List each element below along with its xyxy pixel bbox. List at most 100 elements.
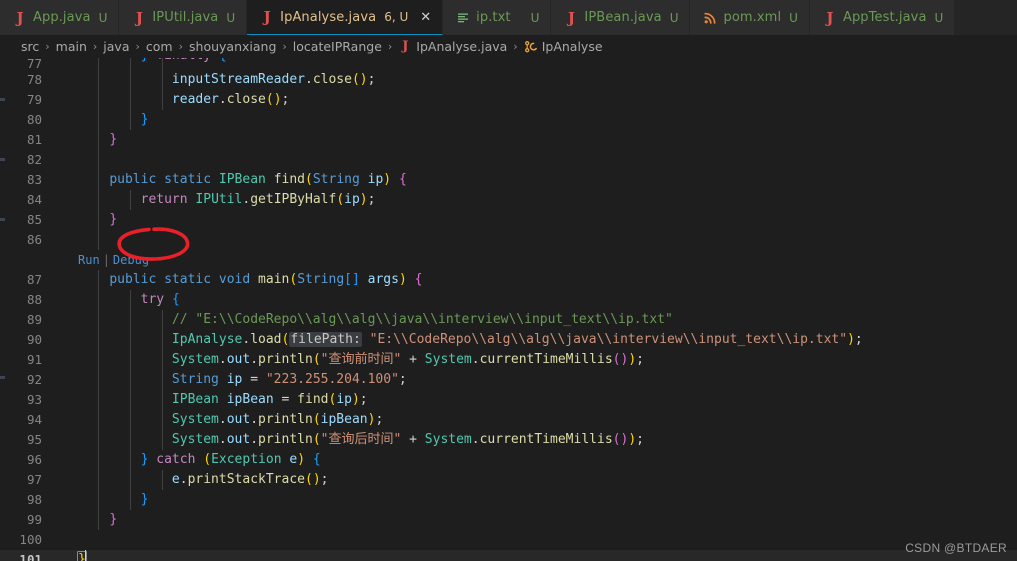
gutter-decoration-slot	[56, 330, 74, 350]
code-text: } catch (Exception e) {	[74, 450, 1017, 470]
code-text: // "E:\\CodeRepo\\alg\\alg\\java\\interv…	[74, 310, 1017, 330]
codelens-debug-link[interactable]: Debug	[113, 253, 149, 267]
breadcrumb-separator: ›	[92, 40, 98, 53]
inlay-hint-filepath[interactable]: filePath:	[289, 332, 362, 347]
breadcrumb-item-ipanalyse-java[interactable]: J IpAnalyse.java	[398, 39, 507, 55]
code-text: try {	[74, 290, 1017, 310]
code-text	[74, 150, 1017, 170]
editor-tab-badge: 6, U	[384, 10, 409, 24]
editor-tab-label: IPUtil.java	[152, 10, 219, 25]
code-line-87[interactable]: 87 public static void main(String[] args…	[0, 270, 1017, 290]
code-text: e.printStackTrace();	[74, 470, 1017, 490]
breadcrumb-item-ipanalyse-class[interactable]: IpAnalyse	[524, 39, 603, 54]
code-line-91[interactable]: 91 System.out.println("查询前时间" + System.c…	[0, 350, 1017, 370]
code-line-97[interactable]: 97 e.printStackTrace();	[0, 470, 1017, 490]
line-number: 96	[26, 452, 42, 467]
close-icon[interactable]: ✕	[420, 11, 431, 24]
codelens-run-link[interactable]: Run	[78, 253, 100, 267]
editor-tab-iputil-java[interactable]: J IPUtil.java U	[119, 0, 248, 35]
gutter-decoration-slot	[56, 510, 74, 530]
xml-file-icon	[703, 10, 717, 26]
line-number: 78	[26, 72, 42, 87]
editor-tab-badge: U	[934, 10, 944, 25]
code-line-101[interactable]: 101 }	[0, 550, 1017, 561]
class-icon	[524, 40, 538, 54]
editor-tab-badge: U	[789, 10, 798, 25]
breadcrumb-item-com[interactable]: com	[146, 39, 173, 54]
breadcrumb-item-main[interactable]: main	[56, 39, 87, 54]
editor-tab-label: IpAnalyse.java	[280, 9, 377, 25]
editor-tab-label: App.java	[33, 10, 91, 25]
line-number: 81	[26, 132, 42, 147]
editor-tab-ipbean-java[interactable]: J IPBean.java U	[551, 0, 691, 35]
codelens-gutter-spacer	[0, 250, 56, 270]
line-number: 80	[26, 112, 42, 127]
editor-tab-app-java[interactable]: J App.java U	[0, 0, 120, 35]
line-number: 100	[19, 532, 42, 547]
gutter-decoration-slot	[56, 90, 74, 110]
gutter-decoration-slot	[56, 130, 74, 150]
gutter-decoration-slot	[56, 530, 162, 561]
code-comment: // "E:\\CodeRepo\\alg\\alg\\java\\interv…	[171, 312, 673, 327]
breadcrumb-item-shouyanxiang[interactable]: shouyanxiang	[189, 39, 276, 54]
code-line-86[interactable]: 86	[0, 230, 1017, 250]
breadcrumb-item-java[interactable]: java	[103, 39, 129, 54]
gutter-decoration-slot	[56, 490, 74, 510]
code-text: }	[74, 510, 1017, 530]
breadcrumb-item-label: IpAnalyse.java	[416, 39, 508, 54]
line-number: 79	[26, 92, 42, 107]
string-literal: "查询前时间"	[320, 352, 402, 367]
code-line-83[interactable]: 83 public static IPBean find(String ip) …	[0, 170, 1017, 190]
code-text: System.out.println(ipBean);	[74, 410, 1017, 430]
code-line-93[interactable]: 93 IPBean ipBean = find(ip);	[0, 390, 1017, 410]
code-editor[interactable]: 77 } finally { 78 inputStreamReader.clos…	[0, 58, 1017, 561]
code-line-89[interactable]: 89 // "E:\\CodeRepo\\alg\\alg\\java\\int…	[0, 310, 1017, 330]
code-line-99[interactable]: 99 }	[0, 510, 1017, 530]
code-line-98[interactable]: 98 }	[0, 490, 1017, 510]
line-number: 90	[26, 332, 42, 347]
string-literal: "223.255.204.100"	[265, 372, 399, 387]
gutter-decoration-slot	[56, 190, 74, 210]
code-line-92[interactable]: 92 String ip = "223.255.204.100";	[0, 370, 1017, 390]
code-line-90[interactable]: 90 IpAnalyse.load(filePath: "E:\\CodeRep…	[0, 330, 1017, 350]
editor-tab-ipanalyse-java[interactable]: J IpAnalyse.java 6, U ✕	[247, 0, 444, 35]
vscode-editor-window: J App.java U J IPUtil.java U J IpAnalyse…	[0, 0, 1017, 561]
editor-tab-pom-xml[interactable]: pom.xml U	[690, 0, 810, 35]
code-text: } finally {	[74, 58, 1017, 70]
code-line-84[interactable]: 84 return IPUtil.getIPByHalf(ip);	[0, 190, 1017, 210]
gutter-decoration-slot	[56, 410, 74, 430]
code-line-82[interactable]: 82	[0, 150, 1017, 170]
line-number: 98	[26, 492, 42, 507]
code-line-81[interactable]: 81 }	[0, 130, 1017, 150]
code-line-96[interactable]: 96 } catch (Exception e) {	[0, 450, 1017, 470]
breadcrumb-item-locateiprange[interactable]: locateIPRange	[293, 39, 382, 54]
code-line-78[interactable]: 78 inputStreamReader.close();	[0, 70, 1017, 90]
code-line-80[interactable]: 80 }	[0, 110, 1017, 130]
line-number: 94	[26, 412, 42, 427]
editor-tab-label: pom.xml	[723, 10, 782, 25]
code-line-77[interactable]: 77 } finally {	[0, 58, 1017, 70]
codelens-text: Run | Debug	[74, 250, 1017, 270]
code-content[interactable]: 77 } finally { 78 inputStreamReader.clos…	[0, 58, 1017, 561]
breadcrumb-item-src[interactable]: src	[21, 39, 39, 54]
code-line-100[interactable]: 100	[0, 530, 1017, 561]
code-text: return IPUtil.getIPByHalf(ip);	[74, 190, 1017, 210]
code-line-95[interactable]: 95 System.out.println("查询后时间" + System.c…	[0, 430, 1017, 450]
gutter-decoration-slot	[56, 390, 74, 410]
breadcrumb-separator: ›	[387, 40, 393, 53]
code-line-88[interactable]: 88 try {	[0, 290, 1017, 310]
editor-tab-badge: U	[530, 10, 540, 25]
code-text: public static IPBean find(String ip) {	[74, 170, 1017, 190]
code-text: String ip = "223.255.204.100";	[74, 370, 1017, 390]
code-line-94[interactable]: 94 System.out.println(ipBean);	[0, 410, 1017, 430]
lightbulb-icon[interactable]	[57, 533, 162, 561]
code-text	[74, 230, 1017, 250]
code-line-85[interactable]: 85 }	[0, 210, 1017, 230]
editor-tab-apptest-java[interactable]: J AppTest.java U	[809, 0, 956, 35]
line-number: 88	[26, 292, 42, 307]
gutter-decoration-slot	[56, 450, 74, 470]
breadcrumb-separator: ›	[45, 40, 50, 53]
editor-tab-ip-txt[interactable]: ip.txt U	[443, 0, 552, 35]
code-line-79[interactable]: 79 reader.close();	[0, 90, 1017, 110]
watermark-text: CSDN @BTDAER	[905, 541, 1007, 555]
